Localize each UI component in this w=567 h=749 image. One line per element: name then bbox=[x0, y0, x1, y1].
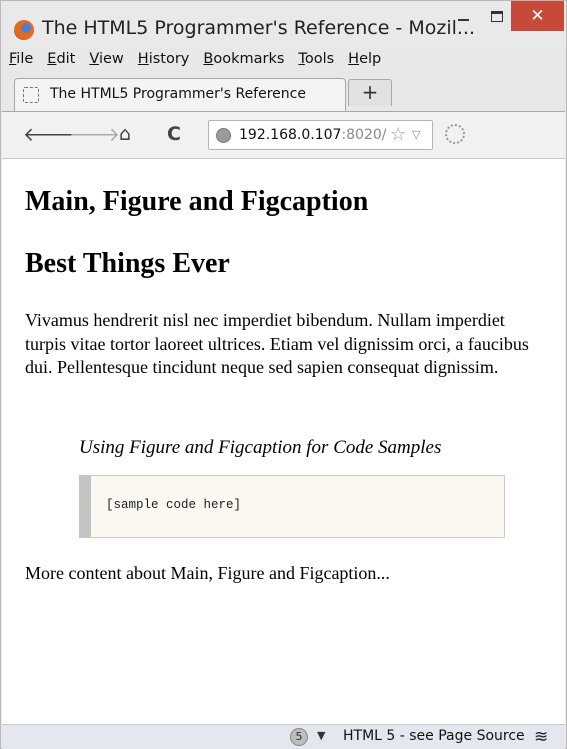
close-icon: ✕ bbox=[530, 6, 545, 26]
page-heading: Main, Figure and Figcaption bbox=[25, 186, 369, 217]
loading-icon bbox=[445, 124, 465, 144]
home-button[interactable]: ⌂ bbox=[113, 123, 137, 145]
url-dropdown-icon[interactable]: ▽ bbox=[412, 128, 420, 141]
status-text[interactable]: HTML 5 - see Page Source bbox=[343, 728, 525, 744]
menu-history[interactable]: History bbox=[138, 51, 190, 73]
menu-tools[interactable]: Tools bbox=[298, 51, 334, 73]
minimize-button[interactable] bbox=[445, 1, 481, 32]
bookmark-star-icon[interactable]: ☆ bbox=[390, 124, 406, 145]
page-icon bbox=[23, 87, 39, 103]
menu-bookmarks[interactable]: Bookmarks bbox=[203, 51, 284, 73]
firefox-icon bbox=[14, 20, 34, 40]
body-paragraph: Vivamus hendrerit nisl nec imperdiet bib… bbox=[25, 310, 529, 377]
code-sample: [sample code here] bbox=[106, 498, 242, 512]
code-sample-box: [sample code here] bbox=[79, 475, 505, 538]
tab-active[interactable]: The HTML5 Programmer's Reference bbox=[14, 78, 346, 111]
forward-button[interactable]: 🡒 bbox=[69, 123, 120, 146]
count-badge[interactable]: 5 bbox=[290, 728, 308, 746]
layers-icon[interactable]: ≋ bbox=[534, 727, 548, 747]
url-host: 192.168.0.107 bbox=[239, 127, 342, 143]
page-content: Main, Figure and Figcaption Best Things … bbox=[2, 159, 565, 724]
close-button[interactable]: ✕ bbox=[511, 1, 564, 31]
menu-bar: File Edit View History Bookmarks Tools H… bbox=[9, 51, 381, 73]
menu-file[interactable]: File bbox=[9, 51, 33, 73]
maximize-icon bbox=[491, 11, 503, 22]
tab-label: The HTML5 Programmer's Reference bbox=[50, 86, 306, 102]
new-tab-button[interactable]: + bbox=[348, 79, 392, 106]
minimize-icon bbox=[457, 18, 469, 21]
navigation-toolbar: 🡐 🡒 ⌂ C 192.168.0.107:8020/ ☆ ▽ bbox=[2, 111, 565, 159]
maximize-button[interactable] bbox=[482, 1, 512, 32]
url-bar[interactable]: 192.168.0.107:8020/ ☆ ▽ bbox=[208, 120, 433, 150]
menu-help[interactable]: Help bbox=[348, 51, 381, 73]
globe-icon bbox=[216, 128, 231, 143]
title-bar[interactable]: The HTML5 Programmer's Reference - Mozil… bbox=[1, 1, 566, 47]
dropdown-arrow-icon[interactable]: ▼ bbox=[317, 729, 325, 742]
window-title: The HTML5 Programmer's Reference - Mozil… bbox=[42, 17, 475, 39]
menu-view[interactable]: View bbox=[89, 51, 123, 73]
url-text: 192.168.0.107:8020/ bbox=[239, 127, 387, 143]
browser-window: The HTML5 Programmer's Reference - Mozil… bbox=[0, 0, 567, 749]
menu-edit[interactable]: Edit bbox=[47, 51, 75, 73]
closing-paragraph: More content about Main, Figure and Figc… bbox=[25, 563, 390, 583]
url-port: :8020/ bbox=[341, 127, 387, 143]
figure-caption: Using Figure and Figcaption for Code Sam… bbox=[79, 437, 442, 458]
status-bar: 5 ▼ HTML 5 - see Page Source ≋ bbox=[2, 724, 565, 749]
back-button[interactable]: 🡐 bbox=[23, 123, 74, 146]
section-heading: Best Things Ever bbox=[25, 248, 230, 279]
reload-button[interactable]: C bbox=[162, 123, 186, 145]
